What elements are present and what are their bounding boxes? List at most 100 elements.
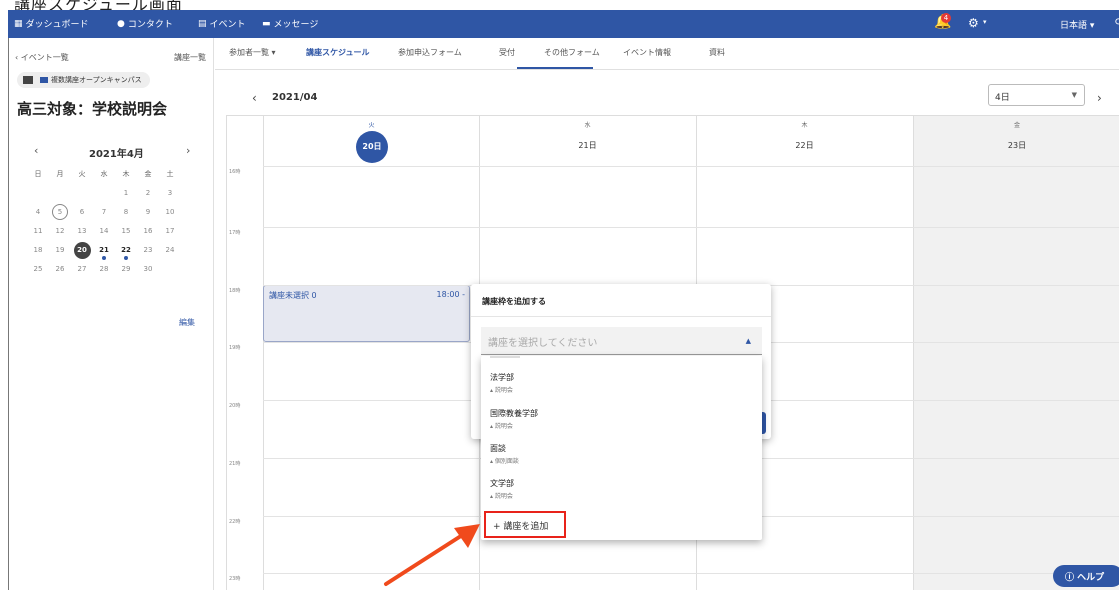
mini-cal-day-label: 10 <box>165 208 175 216</box>
mini-cal-next-button[interactable]: › <box>186 144 190 157</box>
mini-cal-day-label: 金 <box>144 170 152 178</box>
mini-cal-day[interactable]: 20 <box>71 241 93 260</box>
cal-next-button[interactable]: › <box>1097 91 1102 105</box>
mini-cal-day[interactable]: 17 <box>159 222 181 241</box>
nav-contacts[interactable]: ● コンタクト <box>117 17 173 31</box>
mini-cal-day-label: 3 <box>167 189 173 197</box>
course-option[interactable]: 法学部 ▴ 説明会 <box>490 372 514 394</box>
range-select[interactable]: 4日 ▼ <box>988 84 1085 106</box>
mini-cal-day[interactable]: 15 <box>115 222 137 241</box>
mini-cal-day <box>27 184 49 203</box>
mini-cal-day[interactable]: 7 <box>93 203 115 222</box>
course-option[interactable]: 文学部 ▴ 説明会 <box>490 478 514 500</box>
mini-cal-weekday: 火 <box>71 165 93 184</box>
mini-cal-day[interactable]: 4 <box>27 203 49 222</box>
mini-cal-day[interactable]: 13 <box>71 222 93 241</box>
mini-cal-week-row: 11 12 13 14 15 16 17 <box>27 222 203 241</box>
mini-cal-day-label: 28 <box>99 265 109 273</box>
day-date-label[interactable]: 21日 <box>480 140 695 151</box>
mini-cal-day[interactable]: 6 <box>71 203 93 222</box>
course-option-type: ▴ 説明会 <box>490 423 513 430</box>
mini-cal-day[interactable]: 25 <box>27 260 49 279</box>
mini-cal-day[interactable]: 21 <box>93 241 115 260</box>
mini-cal-day[interactable]: 11 <box>27 222 49 241</box>
mini-cal-day-label: 7 <box>101 208 107 216</box>
help-button[interactable]: ⓘ ヘルプ <box>1053 565 1119 587</box>
day-column[interactable]: 火 20日 <box>263 116 479 590</box>
mini-cal-day[interactable]: 9 <box>137 203 159 222</box>
hour-label: 20時 <box>229 403 241 409</box>
mini-cal-day-label: 2 <box>145 189 151 197</box>
mini-cal-day[interactable]: 2 <box>137 184 159 203</box>
cal-prev-button[interactable]: ‹ <box>252 91 257 105</box>
mini-cal-day-label: 14 <box>99 227 109 235</box>
mini-cal-day[interactable]: 23 <box>137 241 159 260</box>
tab-bar: 参加者一覧 ▾ 講座スケジュール 参加申込フォーム 受付 その他フォーム イベント情報 資料 <box>215 38 1119 70</box>
mini-cal-day-label: 13 <box>77 227 87 235</box>
mini-cal-day-label: 25 <box>33 265 43 273</box>
nav-dashboard[interactable]: ▦ ダッシュボード <box>14 17 89 31</box>
course-option-type: ▴ 説明会 <box>490 387 513 394</box>
course-option-name: 法学部 <box>490 373 514 382</box>
language-selector[interactable]: 日本語 ▾ <box>1060 18 1094 31</box>
mini-cal-day[interactable]: 16 <box>137 222 159 241</box>
mini-cal-prev-button[interactable]: ‹ <box>34 144 38 157</box>
mini-cal-day[interactable]: 12 <box>49 222 71 241</box>
mini-cal-day[interactable]: 19 <box>49 241 71 260</box>
tab-5[interactable]: イベント情報 <box>623 47 671 58</box>
tab-2[interactable]: 参加申込フォーム <box>398 47 462 58</box>
calendar-event[interactable]: 講座未選択 0 18:00 - <box>263 285 470 342</box>
mini-cal-weekday: 金 <box>137 165 159 184</box>
course-list-link[interactable]: 講座一覧 <box>174 52 206 63</box>
today-date-badge[interactable]: 20日 <box>356 131 388 163</box>
refresh-icon[interactable]: ⟳ <box>1115 17 1119 28</box>
gear-icon[interactable]: ⚙ <box>968 16 979 30</box>
mini-cal-day[interactable]: 5 <box>49 203 71 222</box>
mini-cal-day[interactable]: 24 <box>159 241 181 260</box>
mini-cal-day[interactable]: 22 <box>115 241 137 260</box>
tab-6[interactable]: 資料 <box>709 47 725 58</box>
mini-cal-day[interactable]: 30 <box>137 260 159 279</box>
mini-cal-day[interactable]: 1 <box>115 184 137 203</box>
tab-4[interactable]: その他フォーム <box>544 47 600 58</box>
course-option[interactable]: 国際教養学部 ▴ 説明会 <box>490 408 538 430</box>
mini-cal-week-row: 1 2 3 <box>27 184 203 203</box>
event-list-link[interactable]: ‹ イベント一覧 <box>15 52 69 63</box>
mini-cal-weekday: 日 <box>27 165 49 184</box>
edit-link[interactable]: 編集 <box>179 317 195 328</box>
hour-label: 22時 <box>229 519 241 525</box>
add-course-option[interactable]: + 講座を追加 <box>484 511 566 538</box>
course-option[interactable]: 面談 ▴ 個別面談 <box>490 443 519 465</box>
mini-cal-day-label: 木 <box>122 170 130 178</box>
mini-cal-day-label: 水 <box>100 170 108 178</box>
nav-events[interactable]: ▤ イベント <box>198 17 246 31</box>
mini-cal-day[interactable]: 10 <box>159 203 181 222</box>
mini-cal-day[interactable]: 28 <box>93 260 115 279</box>
range-select-value: 4日 <box>995 93 1010 103</box>
mini-cal-day[interactable]: 27 <box>71 260 93 279</box>
top-caption-text: 講座スケジュール画面 <box>14 0 183 10</box>
tab-0[interactable]: 参加者一覧 ▾ <box>229 47 276 58</box>
mini-cal-day-label: 9 <box>145 208 151 216</box>
mini-cal-month: 2021年4月 <box>89 149 144 160</box>
mini-cal-day[interactable]: 26 <box>49 260 71 279</box>
divider <box>471 316 771 317</box>
tab-3[interactable]: 受付 <box>499 47 515 58</box>
mini-cal-weekday: 水 <box>93 165 115 184</box>
mini-cal-day[interactable]: 29 <box>115 260 137 279</box>
mini-cal-week-row: 25 26 27 28 29 30 <box>27 260 203 279</box>
video-icon <box>40 77 48 83</box>
course-select[interactable]: 講座を選択してください ▲ <box>481 327 762 355</box>
day-date-label[interactable]: 22日 <box>697 140 912 151</box>
mini-cal-day[interactable]: 3 <box>159 184 181 203</box>
mini-cal-day[interactable]: 18 <box>27 241 49 260</box>
course-option-name: 面談 <box>490 444 506 453</box>
day-of-week-label: 水 <box>584 122 591 129</box>
mini-cal-day[interactable]: 8 <box>115 203 137 222</box>
help-label: ヘルプ <box>1077 573 1105 583</box>
nav-messages[interactable]: ▬ メッセージ <box>262 17 318 31</box>
tab-1[interactable]: 講座スケジュール <box>306 47 369 58</box>
mini-cal-day[interactable]: 14 <box>93 222 115 241</box>
day-column[interactable]: 金 23日 <box>913 116 1119 590</box>
day-date-label[interactable]: 23日 <box>914 140 1119 151</box>
